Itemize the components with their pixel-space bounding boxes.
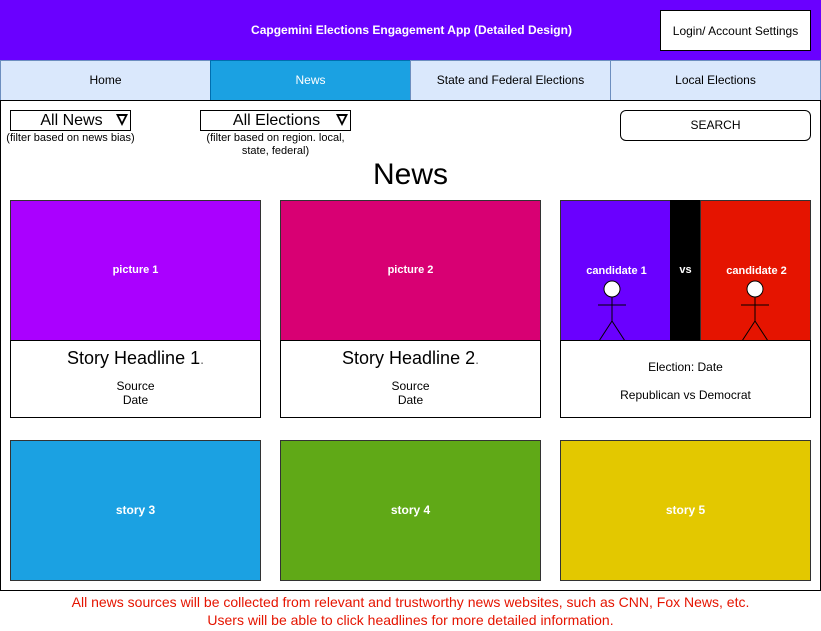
story-1-picture[interactable]: picture 1 [10,200,261,341]
dropdown-triangle-icon [116,114,128,126]
footer-note-line-1: All news sources will be collected from … [71,594,750,610]
tab-local-elections[interactable]: Local Elections [610,60,821,101]
elections-filter-dropdown[interactable]: All Elections [200,110,351,131]
election-date: Election: Date [648,360,723,374]
story-1-headline[interactable]: Story Headline 1 [67,348,200,368]
candidate-1-panel[interactable]: candidate 1 [560,200,671,341]
election-card-body[interactable]: Election: Date Republican vs Democrat [560,340,811,418]
elections-filter-hint: (filter based on region. local, state, f… [206,132,345,157]
news-filter-dropdown[interactable]: All News [10,110,131,131]
candidate-1-label: candidate 1 [586,265,647,277]
login-account-button[interactable]: Login/ Account Settings [660,10,811,51]
search-button[interactable]: SEARCH [620,110,811,141]
story-1-card-body: Story Headline 1. Source Date [10,340,261,418]
news-filter-hint: (filter based on news bias) [6,132,135,144]
news-filter-value: All News [40,112,103,129]
story-1-source: Source [116,379,155,393]
election-parties: Republican vs Democrat [620,388,751,402]
vs-label: vs [679,264,692,276]
tab-home[interactable]: Home [0,60,211,101]
story-2-card-body: Story Headline 2. Source Date [280,340,541,418]
candidate-1-figure-icon [598,280,626,341]
candidate-2-panel[interactable]: candidate 2 [700,200,811,341]
vs-divider: vs [670,200,701,341]
story-5-tile[interactable]: story 5 [560,440,811,581]
elections-filter-value: All Elections [232,112,321,129]
story-2-headline[interactable]: Story Headline 2 [342,348,475,368]
candidate-2-figure-icon [741,280,769,341]
story-1-date: Date [122,393,149,407]
tab-state-federal-elections[interactable]: State and Federal Elections [410,60,611,101]
tab-news[interactable]: News [210,60,411,101]
footer-note: All news sources will be collected from … [0,593,821,629]
story-3-tile[interactable]: story 3 [10,440,261,581]
story-2-date: Date [397,393,424,407]
story-2-picture[interactable]: picture 2 [280,200,541,341]
candidate-2-label: candidate 2 [726,265,787,277]
footer-note-line-2: Users will be able to click headlines fo… [207,612,614,628]
dropdown-triangle-icon [336,114,348,126]
page-title: News [372,158,448,191]
story-4-tile[interactable]: story 4 [280,440,541,581]
story-2-source: Source [391,379,430,393]
